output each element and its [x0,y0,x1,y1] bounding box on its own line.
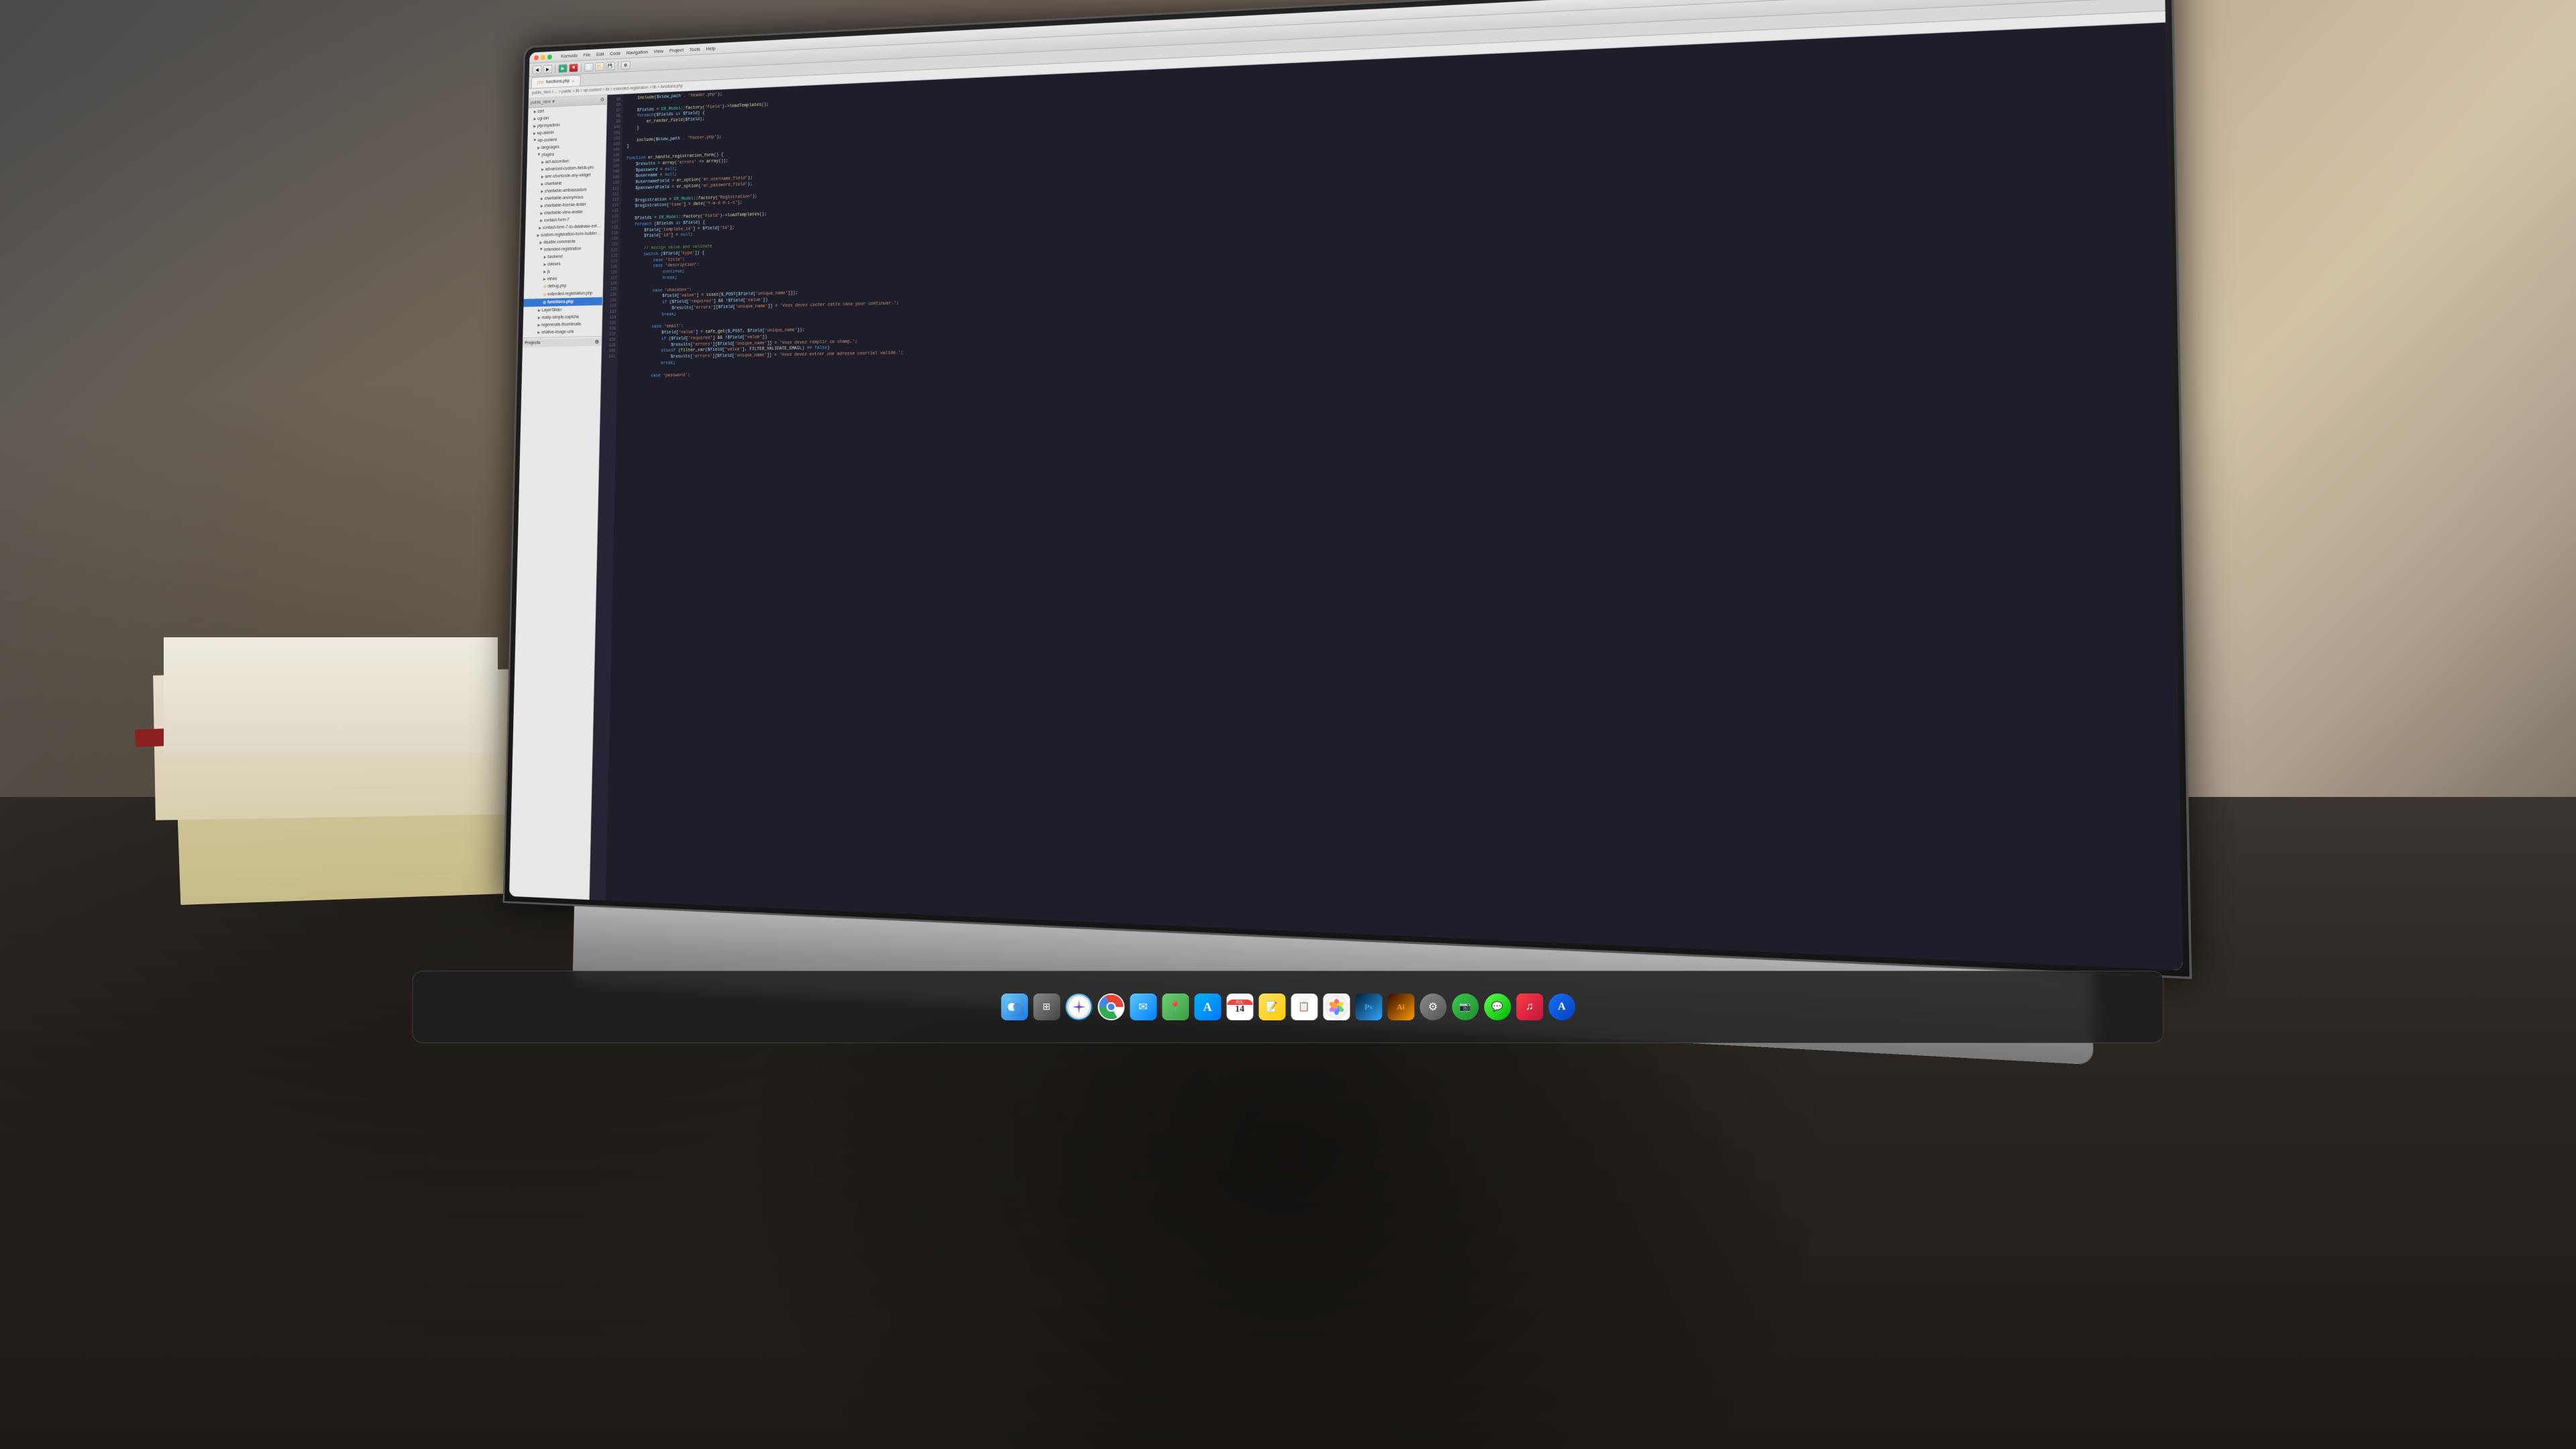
close-button[interactable] [534,55,539,60]
screen-content: Komodo File Edit Code Navigation View Pr… [509,0,2183,971]
tree-item-relative-img[interactable]: ▶ relative-image-urls [523,327,602,336]
dock-icon-maps[interactable]: 📍 [1162,994,1189,1020]
projects-header[interactable]: Projects ⚙ [523,338,602,347]
dock-icon-appstore-2[interactable]: A [1548,994,1575,1020]
menu-project[interactable]: Project [669,47,684,53]
dock-icon-finder[interactable] [1001,994,1028,1020]
komodo-ide: Komodo File Edit Code Navigation View Pr… [509,0,2183,971]
menu-file[interactable]: File [583,52,590,58]
menu-view[interactable]: View [653,48,663,54]
settings-button[interactable]: ⚙ [621,60,631,69]
dock-icon-launchpad[interactable]: ⊞ [1033,994,1060,1020]
main-content: public_html ▼ ⚙ ▶ cert [509,23,2183,971]
dock-icon-itunes[interactable]: ♫ [1516,994,1543,1020]
menu-code[interactable]: Code [610,50,621,56]
toolbar-separator3 [617,61,618,70]
dock-icon-photoshop[interactable]: Ps [1355,994,1382,1020]
code-content[interactable]: include($view_path . 'header.php'); $fie… [606,23,2183,971]
code-editor[interactable]: 9596979899 100101102103104 1051061071081… [589,23,2182,971]
dock-icon-chrome[interactable] [1097,994,1124,1020]
new-file-button[interactable]: 📄 [584,62,594,71]
dock-icon-safari[interactable] [1065,994,1092,1020]
maximize-button[interactable] [547,54,552,60]
book-top [164,637,498,753]
file-tree-settings[interactable]: ⚙ [600,97,604,102]
dock-icon-facetime[interactable]: 📷 [1452,994,1479,1020]
code-area: 9596979899 100101102103104 1051061071081… [589,23,2182,971]
dock: ⊞ ✉ 📍 A JUL 14 📝 📋 [412,971,2163,1043]
menu-help[interactable]: Help [706,46,715,52]
dock-icon-mail[interactable]: ✉ [1130,994,1157,1020]
dock-icon-system-prefs[interactable]: ⚙ [1419,994,1446,1020]
menu-komodo[interactable]: Komodo [561,52,578,58]
dock-icon-appstore-1[interactable]: A [1194,994,1221,1020]
dock-icon-notes[interactable]: 📝 [1258,994,1285,1020]
menu-edit[interactable]: Edit [596,51,604,57]
file-tree-title: public_html ▼ [531,100,555,105]
dock-icon-reminders[interactable]: 📋 [1291,994,1318,1020]
dock-icon-photos[interactable] [1323,994,1350,1020]
laptop-screen-outer: Komodo File Edit Code Navigation View Pr… [502,0,2192,979]
dock-icon-illustrator[interactable]: Ai [1387,994,1414,1020]
laptop: Komodo File Edit Code Navigation View Pr… [500,0,2193,1070]
tab-filename: functions.php [546,79,570,85]
projects-settings-icon[interactable]: ⚙ [595,339,599,345]
toolbar-separator2 [581,63,582,72]
tab-close-button[interactable]: × [572,78,574,84]
run-button[interactable]: ▶ [558,64,568,72]
back-button[interactable]: ◄ [533,65,542,74]
forward-button[interactable]: ► [543,64,552,73]
dock-icon-calendar[interactable]: JUL 14 [1226,994,1253,1020]
traffic-lights [534,54,552,60]
open-button[interactable]: 📁 [595,62,604,70]
stop-button[interactable]: ■ [569,63,578,72]
minimize-button[interactable] [541,54,545,60]
menu-tools[interactable]: Tools [689,46,700,52]
save-button[interactable]: 💾 [606,61,615,70]
menu-navigation[interactable]: Navigation [626,49,647,56]
dock-icon-messages[interactable]: 💬 [1484,994,1511,1020]
